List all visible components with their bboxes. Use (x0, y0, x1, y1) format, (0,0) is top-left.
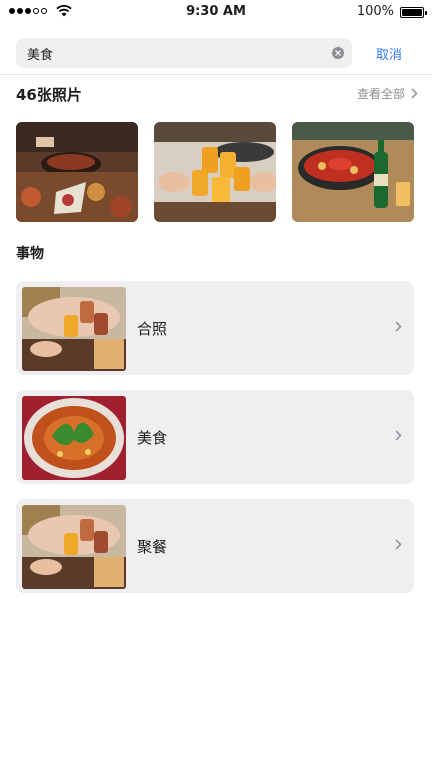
photos-section-title: 46张照片 (16, 86, 82, 104)
cancel-button[interactable]: 取消 (376, 44, 402, 63)
item-label: 聚餐 (137, 538, 168, 556)
search-input[interactable]: 美食 (16, 38, 352, 68)
item-thumbnail (22, 287, 126, 371)
things-section-title: 事物 (16, 246, 44, 262)
battery-percentage: 100% (356, 4, 394, 19)
see-all-label: 查看全部 (356, 87, 405, 101)
photo-thumbnail[interactable] (154, 122, 276, 222)
photo-thumbnail[interactable] (16, 122, 138, 222)
list-item-group-photo[interactable]: 合照 (16, 281, 414, 375)
list-item-dinner-party[interactable]: 聚餐 (16, 499, 414, 593)
item-thumbnail (22, 505, 126, 589)
chevron-right-icon (411, 88, 418, 99)
divider (0, 74, 432, 75)
chevron-right-icon (395, 321, 402, 332)
chevron-right-icon (395, 539, 402, 550)
list-item-food[interactable]: 美食 (16, 390, 414, 484)
battery-icon (400, 7, 427, 18)
item-label: 美食 (137, 429, 168, 447)
chevron-right-icon (395, 430, 402, 441)
search-query-text: 美食 (27, 48, 54, 63)
item-thumbnail (22, 396, 126, 480)
photo-thumbnail[interactable] (292, 122, 414, 222)
see-all-link[interactable]: 查看全部 (357, 85, 418, 102)
item-label: 合照 (137, 320, 168, 338)
status-bar: 9:30 AM 100% (0, 0, 432, 24)
clear-icon[interactable] (332, 47, 344, 59)
